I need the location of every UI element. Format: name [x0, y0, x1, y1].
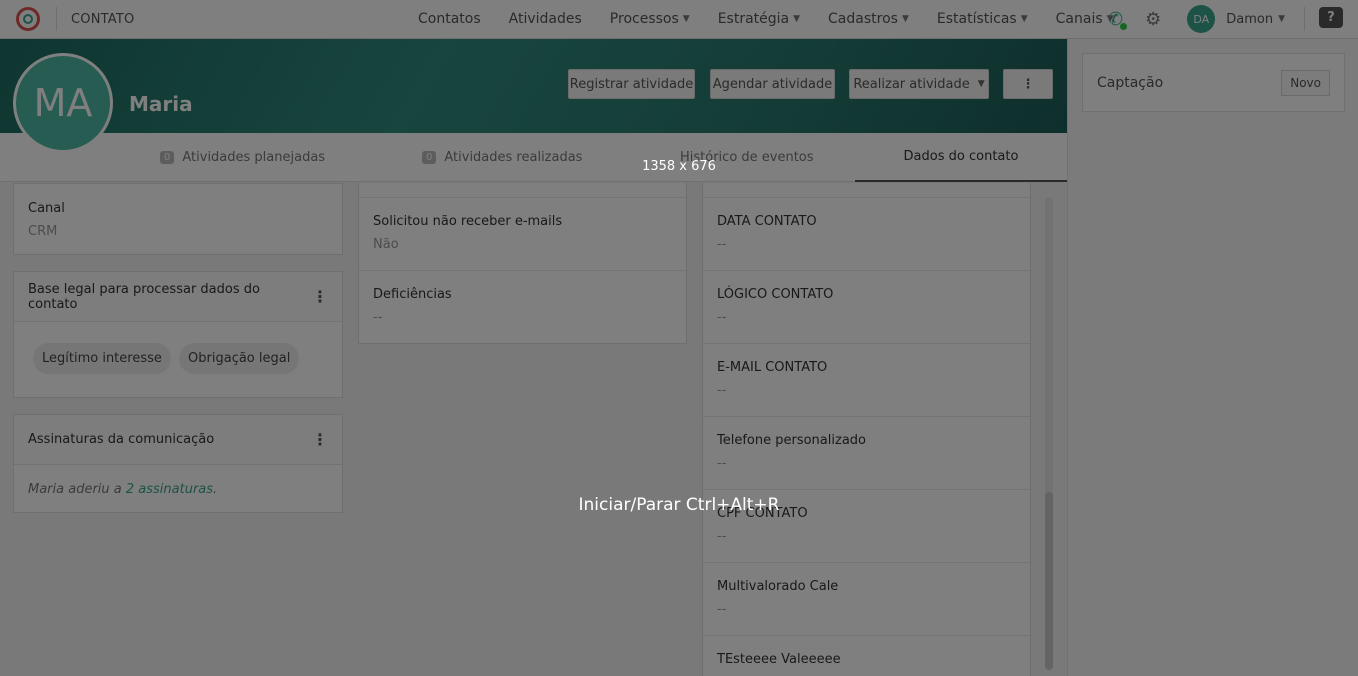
record-hint-label: Iniciar/Parar Ctrl+Alt+R	[578, 495, 780, 515]
recording-overlay[interactable]	[0, 0, 1358, 676]
dimensions-label: 1358 x 676	[642, 159, 716, 174]
